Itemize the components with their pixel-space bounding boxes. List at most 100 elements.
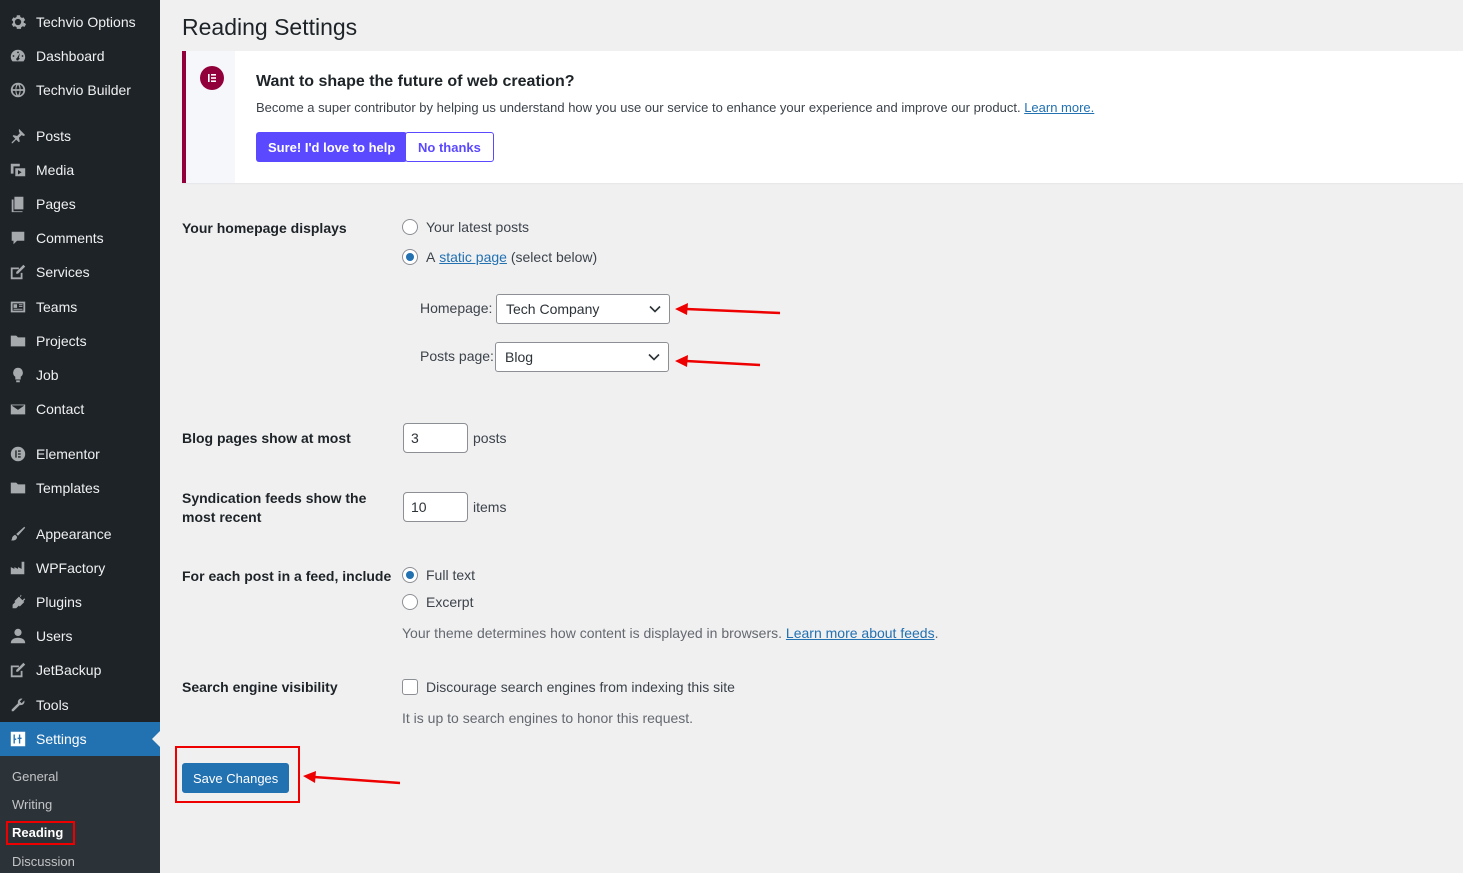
sidebar-item-elementor[interactable]: Elementor <box>0 437 160 471</box>
sidebar-item-tools[interactable]: Tools <box>0 688 160 722</box>
sidebar-item-label: Media <box>36 162 75 178</box>
sidebar-item-projects[interactable]: Projects <box>0 324 160 358</box>
sidebar-item-label: Comments <box>36 230 104 246</box>
latest-posts-radio[interactable] <box>402 219 418 235</box>
sidebar-item-comments[interactable]: Comments <box>0 221 160 255</box>
sidebar-item-label: Users <box>36 628 73 644</box>
option-static-page[interactable]: A static page (select below) <box>402 249 597 265</box>
annotation-highlight-box <box>6 821 75 845</box>
sidebar-item-dashboard[interactable]: Dashboard <box>0 39 160 73</box>
homepage-select-value: Tech Company <box>506 301 600 317</box>
syndication-feeds-unit: items <box>473 499 507 515</box>
media-icon <box>8 160 28 180</box>
sidebar-item-label: Projects <box>36 333 87 349</box>
sidebar-item-techvio-options[interactable]: Techvio Options <box>0 5 160 39</box>
syndication-feeds-input[interactable]: 10 <box>403 492 468 522</box>
discourage-search-label: Discourage search engines from indexing … <box>426 679 735 695</box>
sidebar-item-plugins[interactable]: Plugins <box>0 585 160 619</box>
sidebar-item-appearance[interactable]: Appearance <box>0 517 160 551</box>
sidebar-item-templates[interactable]: Templates <box>0 471 160 505</box>
annotation-arrow <box>675 355 761 367</box>
sidebar-item-media[interactable]: Media <box>0 153 160 187</box>
blog-pages-unit: posts <box>473 430 507 446</box>
sidebar-item-label: JetBackup <box>36 662 102 678</box>
agree-help-button[interactable]: Sure! I'd love to help <box>256 132 408 162</box>
submenu-item-general[interactable]: General <box>12 769 58 784</box>
homepage-select-label: Homepage: <box>420 300 493 316</box>
sidebar-item-settings[interactable]: Settings <box>0 722 160 756</box>
notice-learn-more-link[interactable]: Learn more. <box>1024 100 1094 115</box>
sidebar-item-label: Appearance <box>36 526 112 542</box>
blog-pages-label: Blog pages show at most <box>182 430 351 446</box>
discourage-search-checkbox[interactable] <box>402 679 418 695</box>
sidebar-item-services[interactable]: Services <box>0 255 160 289</box>
option-discourage-search[interactable]: Discourage search engines from indexing … <box>402 679 735 695</box>
sidebar-item-label: Pages <box>36 196 76 212</box>
sidebar-item-label: Elementor <box>36 446 100 462</box>
option-latest-posts[interactable]: Your latest posts <box>402 219 529 235</box>
postspage-select-label: Posts page: <box>420 348 494 364</box>
sidebar-item-label: Services <box>36 264 90 280</box>
syndication-feeds-label: Syndication feeds show the most recent <box>182 490 367 525</box>
sidebar-item-label: Techvio Options <box>36 14 136 30</box>
static-page-suffix: (select below) <box>510 249 598 265</box>
excerpt-radio[interactable] <box>402 594 418 610</box>
id-card-icon <box>8 297 28 317</box>
pin-icon <box>8 126 28 146</box>
annotation-arrow <box>675 303 781 315</box>
feed-description-text: Your theme determines how content is dis… <box>402 625 783 641</box>
option-full-text[interactable]: Full text <box>402 567 475 583</box>
submenu-item-discussion[interactable]: Discussion <box>12 854 75 869</box>
sidebar-item-label: Contact <box>36 401 85 417</box>
sidebar-item-label: Dashboard <box>36 48 105 64</box>
full-text-radio[interactable] <box>402 567 418 583</box>
notice-title: Want to shape the future of web creation… <box>256 73 575 90</box>
search-description: It is up to search engines to honor this… <box>402 710 694 726</box>
notice-text: Become a super contributor by helping us… <box>256 100 1094 115</box>
sidebar-item-users[interactable]: Users <box>0 619 160 653</box>
static-page-prefix: A <box>426 249 436 265</box>
sidebar-item-label: Teams <box>36 299 78 315</box>
search-visibility-label: Search engine visibility <box>182 679 338 695</box>
plugin-icon <box>8 592 28 612</box>
homepage-select[interactable]: Tech Company <box>496 294 670 324</box>
user-icon <box>8 626 28 646</box>
elementor-icon <box>8 444 28 464</box>
factory-icon <box>8 558 28 578</box>
chevron-down-icon <box>648 353 660 361</box>
email-icon <box>8 399 28 419</box>
learn-more-feeds-link[interactable]: Learn more about feeds <box>786 625 935 641</box>
elementor-notice: Want to shape the future of web creation… <box>182 51 1463 183</box>
full-text-label: Full text <box>426 567 476 583</box>
page-title: Reading Settings <box>182 14 358 40</box>
excerpt-label: Excerpt <box>426 594 474 610</box>
sidebar-item-label: Techvio Builder <box>36 82 131 98</box>
blog-pages-input[interactable]: 3 <box>403 423 468 453</box>
sidebar-item-label: Tools <box>36 697 69 713</box>
feed-include-label: For each post in a feed, include <box>182 568 392 584</box>
sidebar-item-label: Templates <box>36 480 100 496</box>
settings-icon <box>8 729 28 749</box>
no-thanks-button[interactable]: No thanks <box>405 132 494 162</box>
submenu-item-writing[interactable]: Writing <box>12 797 52 812</box>
option-excerpt[interactable]: Excerpt <box>402 594 473 610</box>
sidebar-item-contact[interactable]: Contact <box>0 392 160 426</box>
sidebar-item-pages[interactable]: Pages <box>0 187 160 221</box>
annotation-arrow <box>303 771 401 785</box>
sidebar-item-posts[interactable]: Posts <box>0 119 160 153</box>
pages-icon <box>8 194 28 214</box>
dashboard-icon <box>8 46 28 66</box>
sidebar-item-label: WPFactory <box>36 560 106 576</box>
sidebar-item-jetbackup[interactable]: JetBackup <box>0 653 160 687</box>
edit-icon <box>8 262 28 282</box>
postspage-select[interactable]: Blog <box>495 342 669 372</box>
static-page-link[interactable]: static page <box>439 249 507 265</box>
sidebar-item-job[interactable]: Job <box>0 358 160 392</box>
static-page-radio[interactable] <box>402 249 418 265</box>
admin-sidebar: Techvio Options Dashboard Techvio Builde… <box>0 0 160 873</box>
sidebar-item-techvio-builder[interactable]: Techvio Builder <box>0 73 160 107</box>
sidebar-item-label: Settings <box>36 731 87 747</box>
sidebar-item-teams[interactable]: Teams <box>0 290 160 324</box>
lightbulb-icon <box>8 365 28 385</box>
sidebar-item-wpfactory[interactable]: WPFactory <box>0 551 160 585</box>
